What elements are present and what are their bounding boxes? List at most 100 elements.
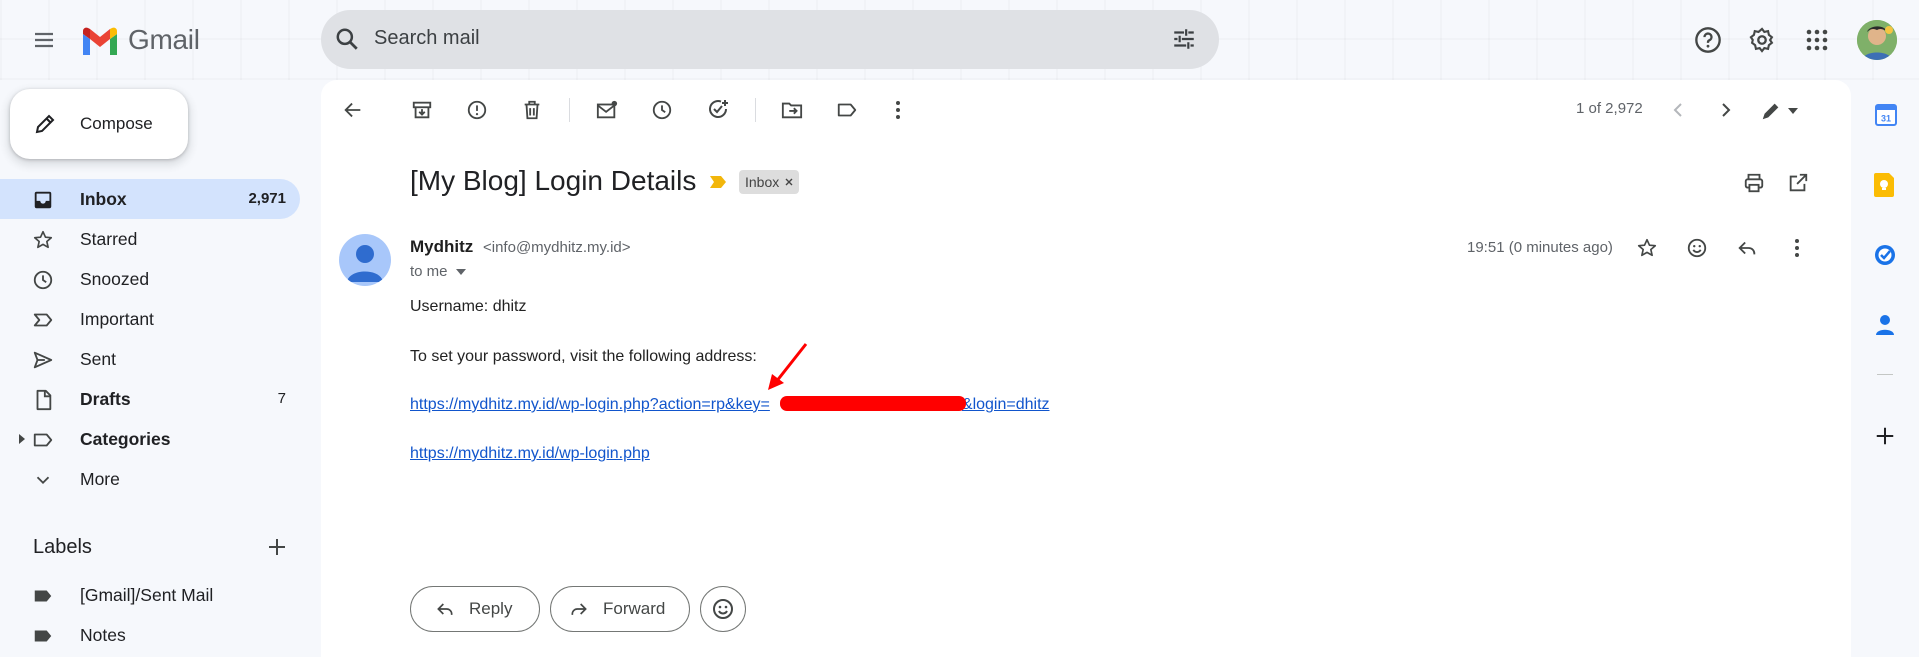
toolbar-divider	[569, 98, 570, 122]
move-to-button[interactable]	[772, 90, 812, 130]
open-in-new-icon	[1789, 173, 1808, 192]
trash-icon	[524, 100, 540, 120]
plus-icon	[269, 539, 285, 555]
login-link[interactable]: https://mydhitz.my.id/wp-login.php	[410, 445, 650, 463]
contacts-icon	[1876, 315, 1894, 335]
inbox-icon	[34, 191, 52, 209]
snooze-button[interactable]	[642, 90, 682, 130]
sidebar-item-snoozed[interactable]: Snoozed	[0, 259, 300, 299]
sidebar-item-sent[interactable]: Sent	[0, 339, 300, 379]
calendar-app-button[interactable]: 31	[1874, 103, 1898, 127]
tasks-app-button[interactable]	[1873, 243, 1897, 267]
plus-icon	[1876, 427, 1894, 445]
emoji-reaction-button[interactable]	[700, 586, 746, 632]
reply-button[interactable]: Reply	[410, 586, 540, 632]
sidebar-item-inbox[interactable]: Inbox 2,971	[0, 179, 300, 219]
sidebar-item-label: Starred	[80, 229, 138, 249]
arrow-back-icon	[344, 102, 361, 118]
apps-grid-icon	[1806, 29, 1828, 51]
inbox-label-chip: Inbox	[739, 170, 800, 194]
forward-label: Forward	[603, 599, 666, 618]
back-button[interactable]	[333, 90, 373, 130]
apps-button[interactable]	[1793, 16, 1841, 64]
more-vert-icon	[896, 101, 900, 119]
hamburger-icon	[35, 32, 53, 48]
input-tools-button[interactable]	[1760, 100, 1798, 122]
archive-button[interactable]	[402, 90, 442, 130]
sidebar-label-sent-mail[interactable]: [Gmail]/Sent Mail	[0, 575, 300, 615]
redaction-mark	[780, 396, 966, 411]
settings-button[interactable]	[1738, 16, 1786, 64]
reply-icon	[1738, 241, 1756, 255]
recipient-details-toggle[interactable]: to me	[410, 263, 466, 280]
label-icon	[33, 433, 53, 447]
sidebar-item-starred[interactable]: Starred	[0, 219, 300, 259]
star-icon	[1637, 238, 1657, 257]
sender-name[interactable]: Mydhitz	[410, 237, 473, 257]
reset-link-end[interactable]: &login=dhitz	[962, 396, 1050, 414]
remove-label-icon[interactable]	[785, 178, 793, 186]
caret-down-icon	[455, 268, 466, 275]
star-button[interactable]	[1627, 228, 1667, 268]
expand-arrow-icon[interactable]	[18, 434, 26, 444]
print-icon	[1744, 173, 1764, 193]
delete-button[interactable]	[512, 90, 552, 130]
search-icon[interactable]	[334, 26, 360, 52]
sidebar-item-label: Important	[80, 309, 154, 329]
drafts-count: 7	[277, 390, 286, 407]
reply-icon-button[interactable]	[1727, 228, 1767, 268]
sidebar-item-label: Drafts	[80, 389, 131, 409]
pagination-text: 1 of 2,972	[1576, 100, 1643, 117]
labels-heading: Labels	[33, 536, 92, 558]
search-input[interactable]: Search mail	[374, 27, 480, 50]
recipient-text: to me	[410, 263, 448, 280]
mark-unread-button[interactable]	[587, 90, 627, 130]
chip-label: Inbox	[745, 174, 780, 190]
sidebar-item-label: Snoozed	[80, 269, 150, 289]
pen-icon	[1762, 103, 1779, 120]
sidebar-item-important[interactable]: Important	[0, 299, 300, 339]
compose-label: Compose	[80, 114, 153, 133]
create-label-button[interactable]	[265, 535, 289, 559]
main-menu-button[interactable]	[20, 16, 68, 64]
toolbar-divider	[755, 98, 756, 122]
sender-email: <info@mydhitz.my.id>	[483, 239, 631, 256]
sidebar-item-drafts[interactable]: Drafts 7	[0, 379, 300, 419]
gmail-logo[interactable]: Gmail	[80, 24, 200, 56]
annotation-arrow-icon	[768, 343, 808, 390]
importance-marker-icon[interactable]	[710, 176, 726, 188]
more-vert-icon	[1795, 239, 1799, 257]
open-new-window-button[interactable]	[1778, 163, 1818, 203]
search-options-icon[interactable]	[1171, 26, 1197, 52]
more-options-button[interactable]	[878, 90, 918, 130]
emoji-icon	[713, 599, 733, 619]
important-icon	[33, 313, 53, 327]
get-addons-button[interactable]	[1874, 425, 1896, 447]
app-name: Gmail	[128, 24, 200, 55]
reply-icon	[437, 603, 453, 615]
report-spam-button[interactable]	[457, 90, 497, 130]
unread-count: 2,971	[248, 190, 286, 207]
side-panel	[1851, 80, 1919, 657]
account-avatar[interactable]	[1857, 20, 1897, 60]
sender-avatar[interactable]	[339, 234, 391, 286]
older-button[interactable]	[1706, 90, 1746, 130]
forward-button[interactable]: Forward	[550, 586, 690, 632]
print-button[interactable]	[1734, 163, 1774, 203]
sidebar-label-notes[interactable]: Notes	[0, 615, 300, 655]
sidebar-item-categories[interactable]: Categories	[0, 419, 300, 459]
add-reaction-button[interactable]	[1677, 228, 1717, 268]
sidebar-item-more[interactable]: More	[0, 459, 300, 499]
keep-icon	[1874, 173, 1894, 197]
star-icon	[33, 230, 53, 249]
add-to-tasks-button[interactable]	[698, 90, 738, 130]
help-icon	[1695, 27, 1721, 53]
folder-move-icon	[781, 102, 803, 119]
keep-app-button[interactable]	[1874, 173, 1896, 197]
message-more-button[interactable]	[1777, 228, 1817, 268]
support-button[interactable]	[1684, 16, 1732, 64]
labels-button[interactable]	[827, 90, 867, 130]
reset-link-start[interactable]: https://mydhitz.my.id/wp-login.php?actio…	[410, 396, 770, 414]
contacts-app-button[interactable]	[1874, 313, 1896, 337]
newer-button[interactable]	[1658, 90, 1698, 130]
